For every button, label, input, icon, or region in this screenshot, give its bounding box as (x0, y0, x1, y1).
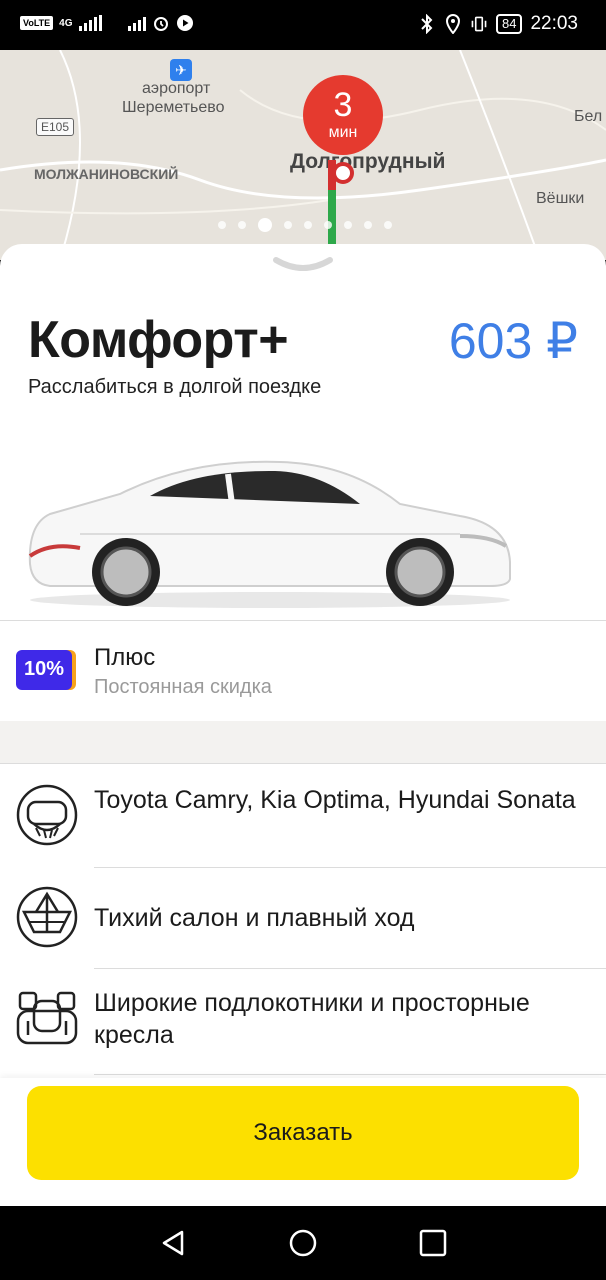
village-label: Вёшки (536, 190, 585, 207)
district-label: МОЛЖАНИНОВСКИЙ (34, 166, 179, 182)
vibrate-icon (470, 15, 488, 33)
system-nav-bar (0, 1206, 606, 1280)
media-icon (176, 14, 194, 32)
tariff-subtitle: Расслабиться в долгой поездке (28, 376, 322, 398)
seats-icon (16, 991, 78, 1045)
network-type: 4G (59, 17, 73, 29)
map-view[interactable]: ✈ аэропорт Шереметьево E105 МОЛЖАНИНОВСК… (0, 50, 606, 260)
feature-text: Широкие подлокотники и просторные кресла (94, 989, 530, 1049)
eta-unit: мин (328, 124, 358, 141)
pager-dot[interactable] (284, 221, 292, 229)
plus-badge-label: 10% (23, 658, 65, 680)
pager-dot[interactable] (384, 221, 392, 229)
airport-name-label: Шереметьево (122, 99, 225, 116)
alarm-icon (152, 14, 170, 32)
edge-label: Бел (574, 108, 603, 125)
divider (0, 620, 606, 621)
divider (0, 763, 606, 764)
tariff-title: Комфорт+ (28, 311, 289, 369)
feature-divider (94, 968, 606, 969)
town-label: Долгопрудный (290, 150, 446, 173)
signal-icon (78, 15, 102, 31)
tariff-pager (218, 218, 392, 232)
feature-divider (94, 867, 606, 868)
collapse-handle-icon[interactable] (272, 254, 334, 276)
pager-dot[interactable] (344, 221, 352, 229)
feature-text: Тихий салон и плавный ход (94, 904, 415, 932)
plus-subtitle: Постоянная скидка (94, 676, 272, 698)
clock: 22:03 (530, 13, 578, 34)
section-spacer (0, 721, 606, 763)
back-icon[interactable] (158, 1228, 188, 1258)
status-bar: VoLTE 4G 84 22:03 (0, 0, 606, 50)
plus-title: Плюс (94, 644, 156, 671)
bluetooth-icon (418, 14, 436, 34)
eta-value: 3 (333, 86, 353, 124)
status-right: 84 22:03 (418, 13, 578, 35)
tariff-card: Комфорт+ 603 ₽ Расслабиться в долгой пое… (0, 244, 606, 1206)
pager-dot[interactable] (324, 221, 332, 229)
battery-indicator: 84 (495, 14, 523, 34)
pickup-pin-icon (332, 162, 354, 184)
airport-label: аэропорт (142, 80, 211, 97)
home-icon[interactable] (288, 1228, 318, 1258)
pager-dot[interactable] (218, 221, 226, 229)
car-image (28, 460, 511, 608)
location-icon (444, 14, 462, 34)
pager-dot[interactable] (304, 221, 312, 229)
pager-dot[interactable] (238, 221, 246, 229)
order-panel: Заказать (0, 1078, 606, 1206)
feature-text: Toyota Camry, Kia Optima, Hyundai Sonata (94, 786, 576, 814)
pager-dot[interactable] (364, 221, 372, 229)
status-left: VoLTE 4G (20, 14, 194, 32)
tariff-price: 603 ₽ (448, 313, 578, 369)
order-button[interactable]: Заказать (27, 1086, 579, 1180)
eta-bubble: 3 мин (303, 75, 383, 155)
airport-icon: ✈ (170, 59, 192, 81)
signal-2-icon (127, 15, 146, 31)
feature-divider (94, 1074, 606, 1075)
road-tag: E105 (36, 118, 75, 136)
steering-wheel-icon (16, 784, 78, 846)
paper-boat-icon (16, 886, 78, 948)
pager-dot[interactable] (258, 218, 272, 232)
recents-icon[interactable] (418, 1228, 448, 1258)
volte-badge: VoLTE (20, 16, 54, 30)
